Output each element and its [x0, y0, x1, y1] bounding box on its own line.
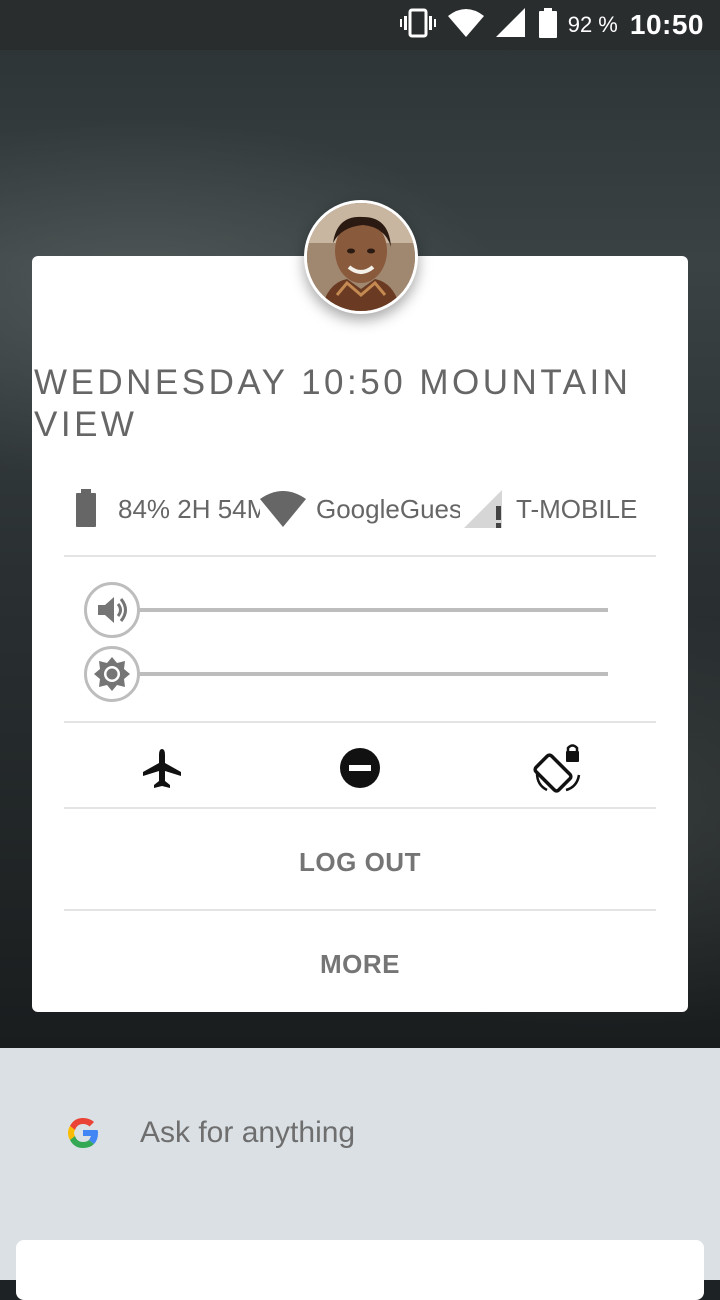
battery-percent: 92 %: [567, 12, 618, 37]
battery-status[interactable]: 84% 2H 54M: [74, 484, 260, 534]
carrier-status[interactable]: T-MOBILE: [462, 484, 656, 534]
battery-icon: [74, 489, 98, 529]
brightness-slider-knob[interactable]: [84, 646, 140, 702]
status-bar: 92 % 10:50: [0, 0, 720, 50]
divider: [64, 807, 656, 809]
date-time-location: WEDNESDAY 10:50 MOUNTAIN VIEW: [34, 363, 632, 444]
google-search-bar[interactable]: Ask for anything: [64, 1108, 355, 1158]
log-out-button[interactable]: LOG OUT: [64, 812, 656, 912]
divider: [64, 909, 656, 911]
volume-slider-track[interactable]: [124, 608, 608, 612]
google-logo-icon: [64, 1114, 102, 1152]
divider: [64, 555, 656, 557]
airplane-icon: [141, 747, 183, 789]
device-status-row: 84% 2H 54M GoogleGuest T-MOBILE: [64, 484, 656, 534]
carrier-status-text: T-MOBILE: [516, 493, 638, 524]
wifi-status-text: GoogleGuest: [316, 493, 460, 524]
wifi-icon: [260, 489, 306, 529]
cell-signal-icon: [495, 7, 526, 43]
rotation-lock-icon: [533, 743, 583, 793]
more-button[interactable]: MORE: [64, 914, 656, 1014]
brightness-icon: [93, 655, 131, 693]
volume-icon: [94, 592, 130, 628]
battery-status-text: 84% 2H 54M: [118, 493, 260, 524]
cell-signal-icon: [462, 488, 506, 530]
do-not-disturb-toggle[interactable]: [330, 740, 390, 796]
rotation-lock-toggle[interactable]: [528, 740, 588, 796]
avatar[interactable]: [304, 200, 418, 314]
vibrate-icon: [399, 8, 436, 43]
do-not-disturb-icon: [339, 747, 381, 789]
wifi-icon: [447, 8, 484, 43]
battery-icon: [538, 7, 558, 43]
wifi-status[interactable]: GoogleGuest: [260, 484, 460, 534]
brightness-slider[interactable]: [84, 646, 608, 702]
clock: 10:50: [629, 9, 704, 40]
feed-card[interactable]: [16, 1240, 704, 1300]
volume-slider-knob[interactable]: [84, 582, 140, 638]
volume-slider[interactable]: [84, 582, 608, 638]
brightness-slider-track[interactable]: [124, 672, 608, 676]
search-placeholder: Ask for anything: [140, 1116, 356, 1149]
divider: [64, 721, 656, 723]
airplane-mode-toggle[interactable]: [132, 740, 192, 796]
